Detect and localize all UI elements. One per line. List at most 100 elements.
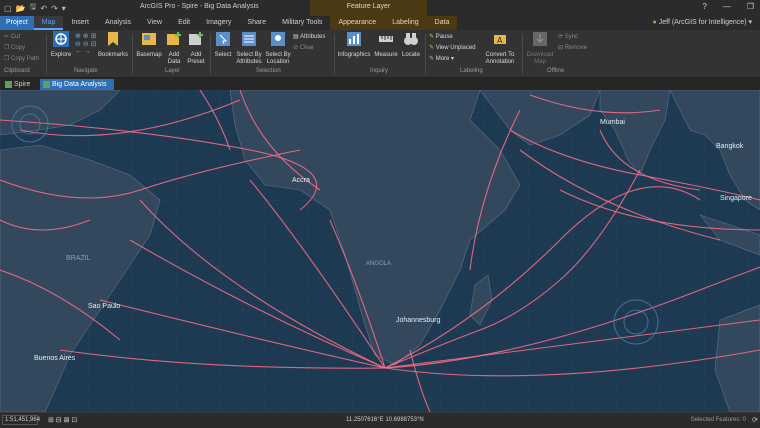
context-header-feature-layer: Feature Layer: [310, 0, 427, 16]
copy-path-button[interactable]: ❐ Copy Path: [4, 55, 39, 62]
infographics-button[interactable]: Infographics: [337, 31, 371, 59]
group-label-inquiry: Inquiry: [370, 68, 389, 74]
tab-military-tools[interactable]: Military Tools: [274, 16, 330, 30]
sync-button[interactable]: ⟳ Sync: [558, 33, 578, 40]
minimize-button[interactable]: —: [723, 2, 731, 11]
pause-icon: ✎: [429, 34, 435, 40]
attributes-label: Attributes: [300, 34, 326, 40]
more-icon: ✎: [429, 56, 435, 62]
download-map-button[interactable]: Download Map: [525, 31, 555, 66]
clear-button[interactable]: ⊘ Clear: [293, 44, 314, 51]
open-icon[interactable]: 📂: [16, 4, 26, 13]
map-icon: [43, 81, 50, 88]
cut-label: Cut: [10, 34, 21, 40]
explore-label: Explore: [50, 52, 72, 58]
locate-button[interactable]: Locate: [400, 31, 422, 59]
select-by-attributes-button[interactable]: Select By Attributes: [234, 31, 264, 66]
separator: [132, 34, 133, 74]
map-view[interactable]: BRAZIL Sao Paulo Buenos Aires Accra Joha…: [0, 90, 760, 412]
map-label-brazil: BRAZIL: [66, 255, 91, 262]
coordinates-readout: 11.2507616°E 10.6988753°N: [346, 417, 424, 423]
select-by-location-icon: [271, 32, 285, 46]
map-label-mumbai: Mumbai: [600, 119, 625, 126]
download-map-label: Download Map: [526, 52, 554, 65]
bookmarks-button[interactable]: Bookmarks: [98, 31, 128, 59]
view-tab-big-data-analysis[interactable]: Big Data Analysis ✕: [40, 79, 114, 99]
select-label: Select: [214, 52, 232, 58]
add-data-label: Add Data: [167, 52, 181, 65]
group-label-navigate: Navigate: [74, 68, 98, 74]
select-by-location-button[interactable]: Select By Location: [264, 31, 292, 66]
convert-annotation-icon: A: [494, 35, 506, 45]
separator: [425, 34, 426, 74]
window-controls: ? — ❐: [702, 2, 754, 11]
scale-selector[interactable]: 1:51,451,964: [2, 415, 40, 425]
title-bar: ▢ 📂 🖫 ↶ ↷ ▾ ArcGIS Pro - Spire - Big Dat…: [0, 0, 760, 16]
view-tab-spire[interactable]: Spire: [2, 79, 38, 90]
help-button[interactable]: ?: [702, 2, 706, 11]
tab-insert[interactable]: Insert: [63, 16, 97, 30]
more-button[interactable]: ✎ More ▾: [429, 55, 454, 62]
user-name: Jeff (ArcGIS for Intelligence): [658, 19, 747, 26]
map-label-buenos-aires: Buenos Aires: [34, 355, 76, 362]
locate-label: Locate: [401, 52, 420, 58]
tab-map[interactable]: Map: [33, 16, 64, 30]
map-label-sao-paulo: Sao Paulo: [88, 303, 120, 310]
restore-button[interactable]: ❐: [747, 2, 754, 11]
convert-to-annotation-button[interactable]: A Convert To Annotation: [482, 31, 518, 66]
select-button[interactable]: Select: [212, 31, 234, 59]
customize-icon[interactable]: ▾: [62, 4, 66, 13]
add-data-button[interactable]: Add Data: [163, 31, 185, 66]
window-title: ArcGIS Pro - Spire - Big Data Analysis: [140, 3, 259, 10]
select-icon: [216, 32, 230, 46]
cut-button[interactable]: ✂ Cut: [4, 33, 20, 40]
infographics-icon: [347, 32, 361, 46]
map-canvas[interactable]: BRAZIL Sao Paulo Buenos Aires Accra Joha…: [0, 90, 760, 412]
tab-analysis[interactable]: Analysis: [97, 16, 139, 30]
copy-button[interactable]: ❐ Copy: [4, 44, 25, 51]
tab-project[interactable]: Project: [0, 16, 34, 30]
attributes-button[interactable]: ▤ Attributes: [293, 33, 325, 40]
tab-share[interactable]: Share: [239, 16, 274, 30]
add-preset-button[interactable]: Add Preset: [185, 31, 207, 66]
ribbon: ✂ Cut ❐ Copy ❐ Copy Path Clipboard Explo…: [0, 30, 760, 78]
view-tab-spire-label: Spire: [14, 81, 31, 88]
select-by-location-label: Select By Location: [265, 52, 291, 65]
map-label-accra: Accra: [292, 177, 310, 184]
map-view-tabs: Spire Big Data Analysis ✕: [0, 78, 760, 99]
explore-button[interactable]: Explore: [49, 31, 73, 59]
tab-appearance[interactable]: Appearance: [330, 16, 385, 30]
tab-data[interactable]: Data: [426, 16, 458, 30]
refresh-icon[interactable]: ⟳: [752, 416, 758, 424]
map-label-singapore: Singapore: [720, 195, 752, 202]
pause-button[interactable]: ✎ Pause: [429, 33, 453, 40]
map-icon: [5, 81, 12, 88]
basemap-button[interactable]: Basemap: [135, 31, 163, 59]
add-preset-label: Add Preset: [187, 52, 205, 65]
tab-view[interactable]: View: [139, 16, 170, 30]
view-tab-big-data-label: Big Data Analysis: [52, 81, 107, 88]
zoom-tools[interactable]: ⊕ ⊕ ⊞ ⊖ ⊖ ⊟ ← →: [75, 32, 97, 55]
basemap-label: Basemap: [136, 52, 162, 58]
tab-imagery[interactable]: Imagery: [198, 16, 239, 30]
view-unplaced-button[interactable]: ✎ View Unplaced: [429, 44, 476, 51]
tab-edit[interactable]: Edit: [170, 16, 198, 30]
measure-button[interactable]: Measure: [373, 31, 399, 59]
tab-labeling[interactable]: Labeling: [384, 16, 427, 30]
new-project-icon[interactable]: ▢: [4, 4, 12, 13]
status-bar: 1:51,451,964 ⊞ ⊟ ⊠ ⊡ 11.2507616°E 10.698…: [0, 412, 760, 428]
redo-icon[interactable]: ↷: [51, 4, 58, 13]
ruler-icon: [379, 36, 393, 42]
scale-icons[interactable]: ⊞ ⊟ ⊠ ⊡: [48, 416, 77, 424]
remove-button[interactable]: ⊟ Remove: [558, 44, 587, 51]
undo-icon[interactable]: ↶: [40, 4, 47, 13]
group-label-labeling: Labeling: [460, 68, 483, 74]
selected-features-count: Selected Features: 0: [690, 417, 746, 423]
group-label-offline: Offline: [547, 68, 565, 74]
basemap-icon: [142, 33, 156, 45]
explore-icon: [53, 31, 69, 47]
download-map-icon: [533, 32, 547, 46]
view-unplaced-icon: ✎: [429, 45, 435, 51]
user-account[interactable]: ● Jeff (ArcGIS for Intelligence) ▾: [653, 16, 752, 30]
save-icon[interactable]: 🖫: [30, 1, 37, 15]
